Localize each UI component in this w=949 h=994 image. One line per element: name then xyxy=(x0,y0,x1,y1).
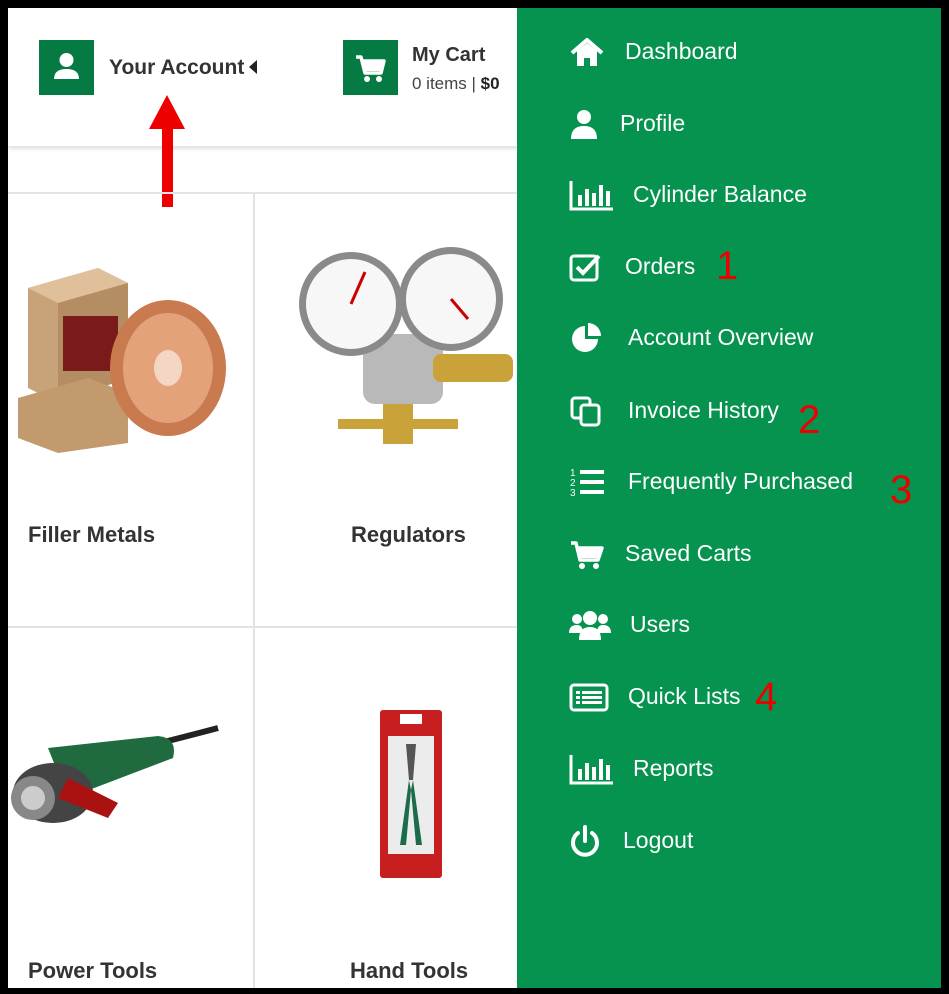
page-frame: Your Account My Cart 0 items | $0 Filler… xyxy=(8,8,941,988)
annotation-number: 4 xyxy=(755,675,778,719)
user-icon xyxy=(54,53,79,79)
menu-item-frequently-purchased[interactable]: 1 2 3 Frequently Purchased xyxy=(517,460,941,504)
menu-item-label: Logout xyxy=(623,827,694,853)
annotation-arrow-shaft xyxy=(162,127,173,207)
menu-item-users[interactable]: Users xyxy=(517,603,941,647)
numbered-list-icon: 1 2 3 xyxy=(570,468,604,498)
cart-summary: 0 items | $0 xyxy=(412,74,500,94)
menu-item-label: Quick Lists xyxy=(628,683,741,709)
menu-item-label: Cylinder Balance xyxy=(633,181,807,207)
annotation-number: 2 xyxy=(798,398,821,442)
menu-item-dashboard[interactable]: Dashboard xyxy=(517,30,941,74)
bar-chart-icon xyxy=(569,181,613,211)
cart-total: $0 xyxy=(480,74,500,93)
menu-item-label: Users xyxy=(630,611,691,637)
cart-icon xyxy=(356,55,386,82)
your-account-link[interactable]: Your Account xyxy=(109,56,244,80)
power-tools-image[interactable] xyxy=(8,708,238,883)
copy-icon xyxy=(570,396,601,427)
menu-item-label: Orders xyxy=(625,253,696,279)
annotation-number: 1 xyxy=(716,244,739,288)
annotation-number: 3 xyxy=(890,468,913,512)
svg-text:3: 3 xyxy=(570,488,576,498)
grid-divider xyxy=(8,626,517,628)
account-menu: Dashboard Profile Cylinder Balance Order… xyxy=(517,8,941,988)
account-button[interactable] xyxy=(39,40,94,95)
filler-metals-image[interactable] xyxy=(18,258,238,463)
menu-item-label: Reports xyxy=(633,755,714,781)
cart-icon xyxy=(571,541,604,569)
cart-button[interactable] xyxy=(343,40,398,95)
menu-item-invoice-history[interactable]: Invoice History xyxy=(517,389,941,433)
power-icon xyxy=(571,825,599,857)
product-label[interactable]: Power Tools xyxy=(28,958,157,984)
annotation-arrow-head xyxy=(149,95,185,129)
home-icon xyxy=(570,38,604,66)
menu-item-profile[interactable]: Profile xyxy=(517,102,941,146)
pie-chart-icon xyxy=(572,323,601,352)
bar-chart-icon xyxy=(569,755,613,785)
menu-item-reports[interactable]: Reports xyxy=(517,747,941,791)
menu-item-logout[interactable]: Logout xyxy=(517,819,941,863)
product-label[interactable]: Filler Metals xyxy=(28,522,155,548)
grid-divider xyxy=(253,192,255,988)
my-cart-link[interactable]: My Cart xyxy=(412,44,485,67)
menu-item-saved-carts[interactable]: Saved Carts xyxy=(517,532,941,576)
menu-item-label: Account Overview xyxy=(628,324,814,350)
menu-item-account-overview[interactable]: Account Overview xyxy=(517,316,941,360)
menu-item-label: Invoice History xyxy=(628,397,779,423)
cart-items-count: 0 items | xyxy=(412,74,476,93)
menu-item-label: Saved Carts xyxy=(625,540,752,566)
check-square-icon xyxy=(569,254,601,282)
product-label[interactable]: Regulators xyxy=(351,522,466,548)
menu-item-cylinder-balance[interactable]: Cylinder Balance xyxy=(517,173,941,217)
hand-tools-image[interactable] xyxy=(380,710,442,883)
grid-divider xyxy=(8,192,517,194)
product-label[interactable]: Hand Tools xyxy=(350,958,468,984)
menu-item-label: Dashboard xyxy=(625,38,738,64)
caret-left-icon[interactable] xyxy=(249,60,257,74)
menu-item-label: Frequently Purchased xyxy=(628,468,854,494)
list-alt-icon xyxy=(569,683,609,712)
menu-item-quick-lists[interactable]: Quick Lists xyxy=(517,675,941,719)
users-icon xyxy=(569,611,611,640)
user-icon xyxy=(571,110,597,139)
menu-item-label: Profile xyxy=(620,110,686,136)
regulators-image[interactable] xyxy=(293,244,518,459)
